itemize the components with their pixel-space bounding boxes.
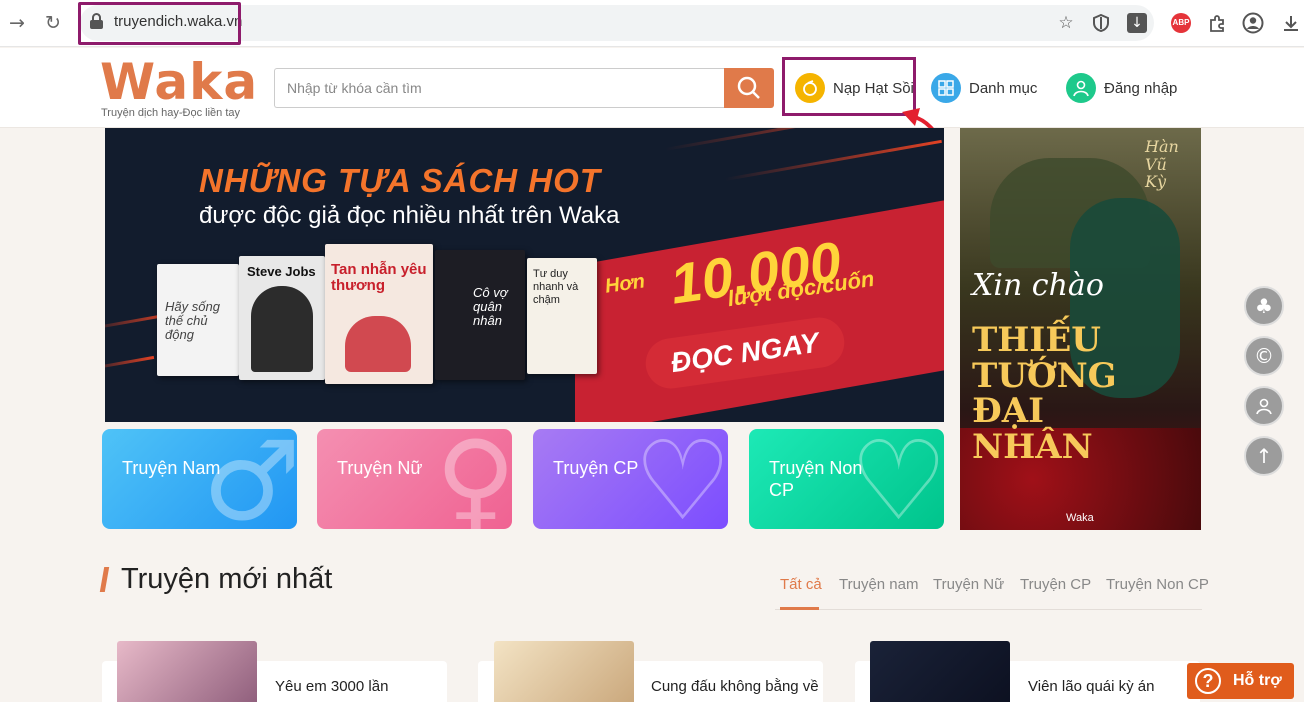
login-label: Đăng nhập: [1104, 79, 1178, 97]
user-icon: [1066, 73, 1096, 103]
search-input[interactable]: [274, 68, 726, 108]
copyright-icon[interactable]: ©: [1244, 336, 1284, 376]
side-banner-corner: Hàn Vũ Kỳ: [1145, 137, 1179, 192]
book-title: Tan nhẫn yêu thương: [331, 261, 427, 294]
tab-underline: [780, 607, 819, 610]
grid-icon: [931, 73, 961, 103]
category-label: Truyện Nữ: [337, 458, 423, 478]
site-header: Waka Truyện dịch hay-Đọc liền tay Nạp Hạ…: [0, 48, 1304, 128]
book-title: Tư duy nhanh và chậm: [533, 268, 579, 306]
tab-truyen-cp[interactable]: Truyện CP: [1020, 576, 1091, 593]
help-button[interactable]: ? Hỗ trợ: [1187, 663, 1294, 699]
download-icon[interactable]: [1280, 12, 1302, 34]
book-cover: Cô vợ quân nhân: [435, 250, 525, 380]
book-cover: Steve Jobs: [239, 256, 325, 380]
download-arrow-icon[interactable]: ↓: [1126, 12, 1148, 34]
book-title: Steve Jobs: [247, 264, 316, 279]
login-button[interactable]: Đăng nhập: [1066, 72, 1177, 104]
abp-icon[interactable]: ABP: [1170, 12, 1192, 34]
female-icon: ♀: [435, 429, 512, 529]
waka-logo[interactable]: Waka: [100, 53, 258, 111]
category-label: Truyện Nam: [122, 458, 221, 478]
search-button[interactable]: [724, 68, 774, 108]
section-mark: [99, 567, 110, 592]
tab-tat-ca[interactable]: Tất cả: [780, 576, 822, 593]
arrow-up-icon[interactable]: ↑: [1244, 436, 1284, 476]
tab-truyen-non-cp[interactable]: Truyện Non CP: [1106, 576, 1209, 593]
book-title: Cô vợ quân nhân: [473, 285, 508, 328]
story-title[interactable]: Viên lão quái kỳ án: [1028, 678, 1154, 695]
book-title: Hãy sống thế chủ động: [165, 299, 220, 342]
star-icon[interactable]: ☆: [1055, 12, 1077, 34]
side-banner[interactable]: Hàn Vũ Kỳ Xin chào THIẾU TƯỚNG ĐẠI NHÂN …: [960, 128, 1201, 530]
side-banner-title-2: THIẾU TƯỚNG ĐẠI NHÂN: [972, 320, 1117, 468]
back-arrow-icon[interactable]: →: [6, 12, 28, 34]
story-title[interactable]: Cung đấu không bằng về: [651, 678, 819, 695]
story-cover[interactable]: [117, 641, 257, 702]
danh-muc-label: Danh mục: [969, 79, 1038, 97]
logo-tagline: Truyện dịch hay-Đọc liền tay: [101, 107, 240, 119]
question-icon: ?: [1195, 668, 1221, 694]
banner-title: NHỮNG TỰA SÁCH HOT: [199, 162, 601, 199]
browser-toolbar: → ↻ truyendich.waka.vn ☆ ↓ ABP: [0, 0, 1304, 47]
book-cover: Tư duy nhanh và chậm: [527, 258, 597, 374]
puzzle-icon[interactable]: [1206, 12, 1228, 34]
book-cover: Hãy sống thế chủ động: [157, 264, 239, 376]
male-icon: ♂: [202, 429, 297, 529]
side-banner-brand: Waka: [1066, 512, 1094, 524]
section-title: Truyện mới nhất: [121, 563, 333, 595]
shield-icon[interactable]: [1090, 12, 1112, 34]
story-title[interactable]: Yêu em 3000 lần: [275, 678, 388, 695]
story-cover[interactable]: [870, 641, 1010, 702]
url-highlight-box: [78, 2, 241, 45]
profile-icon[interactable]: [1242, 12, 1264, 34]
section-divider: [775, 609, 1202, 610]
category-truyen-nu[interactable]: ♀ Truyện Nữ: [317, 429, 512, 529]
tab-truyen-nam[interactable]: Truyện nam: [839, 576, 918, 593]
search-icon: [737, 76, 760, 99]
category-truyen-nam[interactable]: ♂ Truyện Nam: [102, 429, 297, 529]
category-label: Truyện CP: [553, 458, 639, 478]
help-label: Hỗ trợ: [1233, 672, 1282, 689]
abp-label: ABP: [1171, 13, 1191, 33]
category-truyen-cp[interactable]: ♡ Truyện CP: [533, 429, 728, 529]
banner-subtitle: được độc giả đọc nhiều nhất trên Waka: [199, 202, 620, 229]
users-icon[interactable]: [1244, 386, 1284, 426]
story-cover[interactable]: [494, 641, 634, 702]
main-banner[interactable]: NHỮNG TỰA SÁCH HOT được độc giả đọc nhiề…: [105, 128, 944, 422]
reload-icon[interactable]: ↻: [42, 12, 64, 34]
tree-icon[interactable]: ♣: [1244, 286, 1284, 326]
book-cover: Tan nhẫn yêu thương: [325, 244, 433, 384]
tab-truyen-nu[interactable]: Truyện Nữ: [933, 576, 1004, 593]
hearts-icon: ♡: [633, 429, 728, 529]
banner-ribbon: [575, 198, 944, 422]
category-label: Truyện Non CP: [769, 458, 863, 500]
side-banner-title-1: Xin chào: [972, 268, 1104, 303]
category-truyen-non-cp[interactable]: ♡ Truyện Non CP: [749, 429, 944, 529]
